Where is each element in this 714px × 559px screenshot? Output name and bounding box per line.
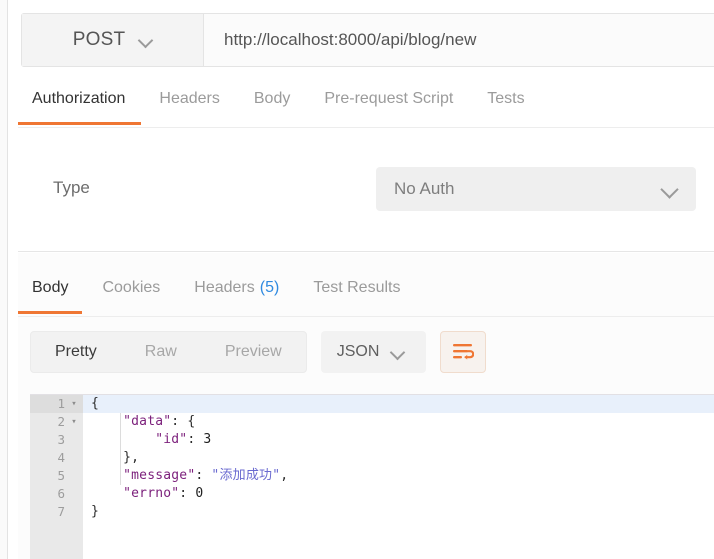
auth-type-label: Type <box>53 178 90 197</box>
response-format-select[interactable]: JSON <box>320 331 426 373</box>
view-mode-group: Pretty Raw Preview <box>30 331 307 373</box>
code-line-text: "id": 3 <box>155 432 212 447</box>
chevron-down-icon <box>139 34 152 47</box>
chevron-down-icon <box>391 346 404 359</box>
response-viewer-toolbar: Pretty Raw Preview JSON <box>18 325 714 379</box>
line-number: 5 <box>30 467 83 485</box>
http-method-select[interactable]: POST <box>22 14 204 66</box>
request-tab-bar: Authorization Headers Body Pre-request S… <box>17 86 714 128</box>
sidebar-edge-strip <box>0 0 8 559</box>
code-line-text: } <box>91 504 100 519</box>
tab-pre-request-script[interactable]: Pre-request Script <box>324 86 453 124</box>
tab-authorization[interactable]: Authorization <box>17 86 142 125</box>
code-line: 2 ▾ "data": { <box>30 413 714 431</box>
chevron-down-icon <box>662 182 678 198</box>
response-tab-headers[interactable]: Headers (5) <box>194 275 279 313</box>
line-number: 1 ▾ <box>30 395 83 413</box>
fold-triangle-icon[interactable]: ▾ <box>69 395 79 413</box>
request-url-bar: POST http://localhost:8000/api/blog/new <box>21 13 714 67</box>
view-mode-preview[interactable]: Preview <box>201 332 306 372</box>
auth-type-select[interactable]: No Auth <box>376 167 696 211</box>
auth-type-value: No Auth <box>394 179 455 198</box>
response-tab-cookies[interactable]: Cookies <box>102 275 160 313</box>
code-line-text: }, <box>91 450 140 465</box>
code-line: 7} <box>30 503 714 521</box>
line-number: 2 ▾ <box>30 413 83 431</box>
response-tab-body[interactable]: Body <box>17 275 84 314</box>
response-tab-cookies-label: Cookies <box>102 279 161 296</box>
line-number: 6 <box>30 485 83 503</box>
tab-tests[interactable]: Tests <box>487 86 524 124</box>
code-line-text: "message": "添加成功", <box>123 468 289 483</box>
view-mode-pretty[interactable]: Pretty <box>31 332 121 372</box>
response-format-value: JSON <box>336 343 380 360</box>
code-line: 4 }, <box>30 449 714 467</box>
fold-triangle-icon[interactable]: ▾ <box>69 413 79 431</box>
response-headers-count: (5) <box>259 279 280 296</box>
code-line: 5 "message": "添加成功", <box>30 467 714 485</box>
main-content: POST http://localhost:8000/api/blog/new … <box>9 0 714 559</box>
line-number: 4 <box>30 449 83 467</box>
tab-body[interactable]: Body <box>254 86 290 124</box>
response-tab-bar: Body Cookies Headers (5) Test Results <box>17 275 714 317</box>
code-line: 3 "id": 3 <box>30 431 714 449</box>
http-method-label: POST <box>72 29 126 50</box>
response-panel: Body Cookies Headers (5) Test Results Pre… <box>17 253 714 559</box>
response-tab-test-results-label: Test Results <box>313 279 401 296</box>
response-body-editor[interactable]: 1 ▾{2 ▾ "data": {3 "id": 34 }, 5 "message":… <box>30 394 714 559</box>
word-wrap-icon <box>452 344 474 360</box>
postman-window: POST http://localhost:8000/api/blog/new … <box>0 0 714 559</box>
line-number: 7 <box>30 503 83 521</box>
view-mode-raw[interactable]: Raw <box>121 332 201 372</box>
authorization-panel: Type No Auth <box>18 129 714 252</box>
gutter-filler <box>30 521 83 559</box>
request-url-input[interactable]: http://localhost:8000/api/blog/new <box>204 14 714 66</box>
code-lines: 1 ▾{2 ▾ "data": {3 "id": 34 }, 5 "message":… <box>30 395 714 521</box>
response-tab-test-results[interactable]: Test Results <box>313 275 400 313</box>
word-wrap-button[interactable] <box>439 331 486 373</box>
line-number: 3 <box>30 431 83 449</box>
code-line: 1 ▾ { <box>30 395 714 413</box>
tab-headers[interactable]: Headers <box>159 86 219 124</box>
code-line: 6 "errno": 0 <box>30 485 714 503</box>
response-tab-headers-label: Headers <box>194 279 255 296</box>
response-tab-body-label: Body <box>32 279 69 296</box>
code-line-text: "data": { <box>123 414 196 429</box>
code-line-text: { <box>91 396 100 411</box>
code-line-text: "errno": 0 <box>123 486 204 501</box>
